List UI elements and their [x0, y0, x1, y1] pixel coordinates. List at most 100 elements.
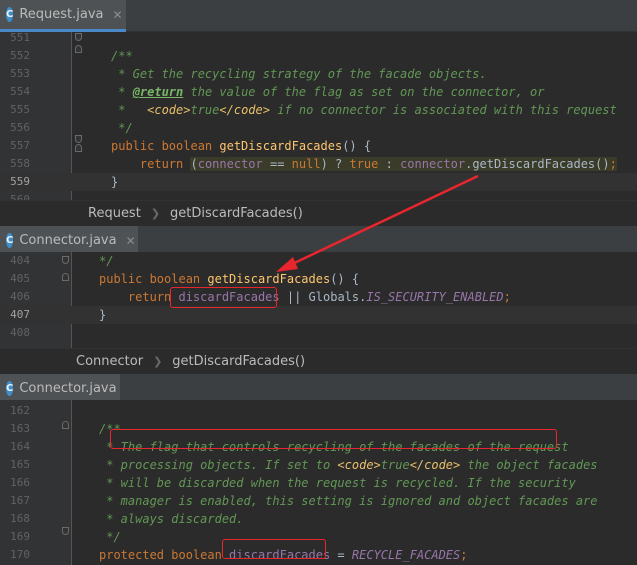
code-token: * [111, 103, 148, 117]
code-token: public [99, 272, 150, 286]
line-number: 554 [10, 85, 30, 98]
line-number: 553 [10, 67, 30, 80]
code-token: * processing objects. If set to [99, 458, 338, 472]
line-number: 166 [10, 476, 30, 489]
editor-pane-request[interactable]: 551 552 /** 553 * Get the recycling strateg… [0, 32, 637, 200]
code-token: boolean [149, 272, 208, 286]
code-line[interactable]: 407} [0, 306, 637, 324]
code-line[interactable]: 162 [0, 402, 637, 420]
code-token: * always discarded. [99, 512, 244, 526]
breadcrumb-class[interactable]: Request [88, 206, 141, 221]
line-number: 555 [10, 103, 30, 116]
code-token: .getDiscardFacades() [465, 157, 610, 171]
close-icon[interactable]: ✕ [126, 234, 136, 248]
code-token: * Get the recycling strategy of the faca… [111, 67, 487, 81]
line-number: 560 [10, 193, 30, 200]
code-line[interactable]: 553 * Get the recycling strategy of the … [0, 65, 637, 83]
code-line[interactable]: 551 [0, 32, 637, 47]
code-text: * always discarded. [99, 510, 244, 528]
code-token: protected [99, 548, 172, 562]
code-token: * will be discarded when the request is … [99, 476, 576, 490]
code-line[interactable]: 165 * processing objects. If set to <cod… [0, 456, 637, 474]
code-token: == [262, 157, 292, 171]
code-token: public [111, 139, 162, 153]
tab-label: Connector.java [19, 381, 117, 396]
code-token: */ [99, 254, 114, 268]
code-text: return (connector == null) ? true : conn… [111, 155, 617, 173]
code-token: true [380, 458, 410, 472]
code-line[interactable]: 552 /** [0, 47, 637, 65]
code-token: ; [460, 548, 468, 562]
line-number: 557 [10, 139, 30, 152]
code-line[interactable]: 167 * manager is enabled, this setting i… [0, 492, 637, 510]
code-token: connector [400, 157, 466, 171]
code-text: * <code>true</code> if no connector is a… [111, 101, 617, 119]
class-icon: C [6, 7, 14, 22]
breadcrumb: Connector ❯ getDiscardFacades() [0, 348, 637, 374]
code-token: <code> [337, 458, 381, 472]
line-number: 405 [10, 272, 30, 285]
line-number: 163 [10, 422, 30, 435]
code-token: </code> [219, 103, 270, 117]
code-text: * Get the recycling strategy of the faca… [111, 65, 487, 83]
code-line[interactable]: 555 * <code>true</code> if no connector … [0, 101, 637, 119]
code-token: || Globals. [279, 290, 367, 304]
code-token: boolean [171, 548, 230, 562]
code-token: <code> [147, 103, 191, 117]
chevron-right-icon: ❯ [150, 207, 161, 220]
line-number: 552 [10, 49, 30, 62]
code-token: boolean [161, 139, 220, 153]
code-line[interactable]: 554 * @return the value of the flag as s… [0, 83, 637, 101]
line-number: 559 [10, 175, 30, 188]
code-token: true [190, 103, 220, 117]
line-number: 404 [10, 254, 30, 267]
code-token: * manager is enabled, this setting is ig… [99, 494, 598, 508]
editor-pane-connector-method[interactable]: 404 */ 405 public boolean getDiscardFacades… [0, 252, 637, 348]
highlight-box-flag-comment [110, 429, 557, 449]
line-number: 406 [10, 290, 30, 303]
code-line[interactable]: 556 */ [0, 119, 637, 137]
code-token: () { [342, 139, 372, 153]
breadcrumb-method[interactable]: getDiscardFacades() [170, 206, 303, 221]
code-token: connector [197, 157, 263, 171]
code-token: ) ? [320, 157, 350, 171]
line-number: 551 [10, 32, 30, 44]
chevron-right-icon: ❯ [153, 355, 163, 368]
code-line[interactable]: 405 public boolean getDiscardFacades() { [0, 270, 637, 288]
code-line[interactable]: 166 * will be discarded when the request… [0, 474, 637, 492]
code-token: the object facades [460, 458, 598, 472]
close-icon[interactable]: ✕ [113, 8, 123, 22]
line-number: 162 [10, 404, 30, 417]
line-number: 407 [10, 308, 30, 321]
code-token: the value of the flag as set on the conn… [183, 85, 545, 99]
code-line[interactable]: 560 [0, 191, 637, 200]
code-line[interactable]: 404 */ [0, 252, 637, 270]
code-line[interactable]: 557 public boolean getDiscardFacades() { [0, 137, 637, 155]
code-line[interactable]: 168 * always discarded. [0, 510, 637, 528]
breadcrumb-class[interactable]: Connector [76, 354, 143, 369]
code-text: } [99, 306, 106, 324]
breadcrumb-method[interactable]: getDiscardFacades() [172, 354, 305, 369]
code-token: = [330, 548, 352, 562]
code-token: : [378, 157, 401, 171]
code-text: */ [99, 252, 113, 270]
code-line[interactable]: 406 return discardFacades || Globals.IS_… [0, 288, 637, 306]
code-text: return discardFacades || Globals.IS_SECU… [99, 288, 511, 306]
breadcrumb: Request ❯ getDiscardFacades() [0, 200, 637, 226]
code-token: RECYCLE_FACADES [351, 548, 461, 562]
code-text: /** [111, 47, 133, 65]
code-line[interactable]: 558 return (connector == null) ? true : … [0, 155, 637, 173]
code-token: () { [330, 272, 360, 286]
code-text: */ [111, 119, 132, 137]
code-token: true [349, 157, 379, 171]
highlight-box-discard-facades-return [170, 287, 277, 308]
code-text: public boolean getDiscardFacades() { [111, 137, 371, 155]
code-line[interactable]: 559} [0, 173, 637, 191]
code-token: return [111, 157, 191, 171]
line-number: 165 [10, 458, 30, 471]
class-icon: C [6, 233, 14, 248]
code-line[interactable]: 408 [0, 324, 637, 342]
tab-label: Request.java [19, 7, 104, 22]
code-token: ; [503, 290, 511, 304]
tab-request-java[interactable]: C Request.java ✕ [0, 0, 126, 32]
